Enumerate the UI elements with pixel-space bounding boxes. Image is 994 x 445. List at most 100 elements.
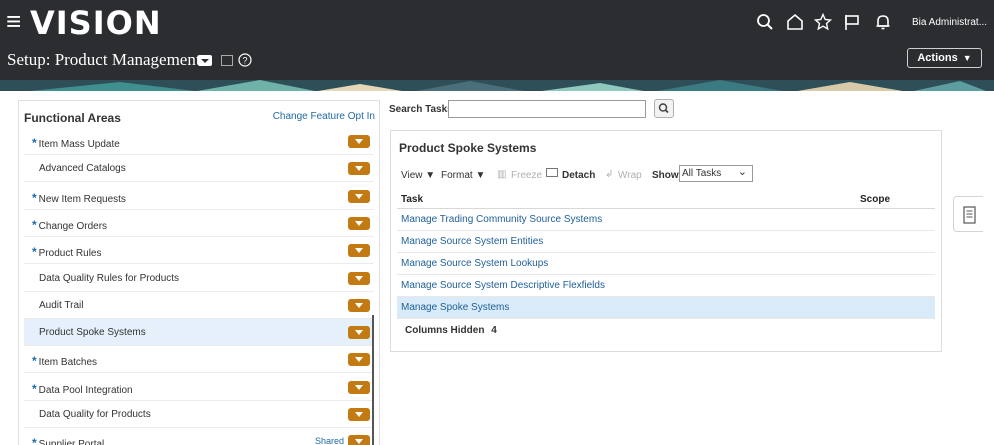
search-tasks-label: Search Tasks bbox=[389, 104, 453, 115]
functional-area-text: Product Rules bbox=[38, 248, 102, 260]
functional-area-item[interactable]: * Supplier Portal Shared bbox=[24, 428, 374, 445]
chevron-down-icon[interactable] bbox=[348, 326, 370, 340]
functional-areas-title: Functional Areas bbox=[24, 111, 121, 125]
page-menu-icon[interactable] bbox=[198, 54, 212, 66]
functional-area-item[interactable]: Audit Trail bbox=[24, 292, 374, 319]
panel-title: Product Spoke Systems bbox=[399, 141, 537, 155]
wrap-icon: ↲ bbox=[605, 169, 614, 180]
functional-area-text: Item Batches bbox=[38, 357, 98, 369]
column-header-task[interactable]: Task bbox=[401, 194, 423, 205]
bell-icon[interactable] bbox=[874, 13, 892, 31]
scrollbar[interactable] bbox=[372, 315, 374, 445]
show-select-value: All Tasks bbox=[682, 168, 722, 179]
chevron-down-icon[interactable] bbox=[348, 162, 370, 176]
table-row[interactable]: Manage Source System Entities bbox=[397, 231, 935, 253]
chevron-down-icon[interactable] bbox=[348, 353, 370, 367]
required-asterisk: * bbox=[32, 136, 37, 150]
functional-area-label: Advanced Catalogs bbox=[39, 163, 126, 174]
user-menu[interactable]: Bia Administrat... bbox=[912, 17, 992, 28]
chevron-down-icon[interactable] bbox=[348, 189, 370, 203]
functional-area-label: * New Item Requests bbox=[32, 191, 126, 205]
functional-area-text: Product Spoke Systems bbox=[39, 327, 146, 339]
functional-area-text: New Item Requests bbox=[38, 193, 126, 205]
search-tasks-input[interactable] bbox=[448, 100, 646, 118]
actions-label: Actions bbox=[917, 52, 958, 64]
chevron-down-icon[interactable] bbox=[348, 244, 370, 258]
global-header: ≡ VISION Setup: Product Management ? Bia… bbox=[0, 0, 994, 91]
task-link[interactable]: Manage Spoke Systems bbox=[401, 302, 509, 313]
functional-area-item[interactable]: * Change Orders bbox=[24, 210, 374, 237]
home-icon[interactable] bbox=[786, 13, 804, 31]
svg-text:?: ? bbox=[242, 56, 247, 66]
help-icon[interactable]: ? bbox=[238, 53, 252, 67]
functional-area-text: Advanced Catalogs bbox=[39, 163, 126, 175]
wrap-button[interactable]: Wrap bbox=[618, 170, 642, 181]
chevron-down-icon[interactable] bbox=[348, 435, 370, 445]
table-row[interactable]: Manage Source System Lookups bbox=[397, 253, 935, 275]
functional-area-text: Supplier Portal bbox=[38, 439, 105, 445]
functional-areas-panel: Functional Areas Change Feature Opt In *… bbox=[18, 100, 380, 445]
chevron-down-icon[interactable] bbox=[348, 298, 370, 312]
actions-button[interactable]: Actions ▼ bbox=[907, 48, 982, 68]
functional-area-text: Audit Trail bbox=[39, 299, 84, 311]
required-asterisk: * bbox=[32, 381, 37, 396]
required-asterisk: * bbox=[32, 245, 37, 260]
view-menu[interactable]: View ▼ bbox=[401, 170, 435, 181]
functional-area-text: Data Quality Rules for Products bbox=[39, 272, 180, 284]
required-asterisk: * bbox=[32, 217, 37, 232]
functional-area-label: Data Quality Rules for Products bbox=[39, 273, 179, 284]
table-row[interactable]: Manage Trading Community Source Systems bbox=[397, 209, 935, 231]
freeze-button[interactable]: Freeze bbox=[511, 170, 542, 181]
show-select[interactable]: All Tasks bbox=[679, 165, 753, 182]
detach-icon bbox=[546, 168, 558, 177]
chevron-down-icon[interactable] bbox=[348, 380, 370, 394]
task-link[interactable]: Manage Source System Lookups bbox=[401, 258, 548, 269]
functional-area-item[interactable]: Data Quality Rules for Products bbox=[24, 265, 374, 292]
detach-button[interactable]: Detach bbox=[562, 170, 595, 181]
chevron-down-icon[interactable] bbox=[348, 216, 370, 230]
tasks-panel-toggle[interactable] bbox=[953, 196, 983, 232]
functional-area-label: Audit Trail bbox=[39, 300, 83, 311]
task-link[interactable]: Manage Source System Descriptive Flexfie… bbox=[401, 280, 605, 291]
required-asterisk: * bbox=[32, 436, 37, 445]
header-banner-art bbox=[0, 80, 994, 91]
functional-area-text: Data Quality for Products bbox=[39, 409, 151, 420]
format-menu[interactable]: Format ▼ bbox=[441, 170, 485, 181]
change-feature-opt-in-link[interactable]: Change Feature Opt In bbox=[273, 111, 375, 122]
chevron-down-icon: ▼ bbox=[962, 53, 972, 63]
functional-area-label: * Data Pool Integration bbox=[32, 382, 133, 396]
chevron-down-icon[interactable] bbox=[348, 271, 370, 285]
vision-logo[interactable]: VISION bbox=[30, 4, 162, 42]
table-row[interactable]: Manage Source System Descriptive Flexfie… bbox=[397, 275, 935, 297]
table-row[interactable]: Manage Spoke Systems bbox=[397, 297, 935, 319]
hamburger-icon[interactable]: ≡ bbox=[6, 8, 21, 34]
functional-area-item[interactable]: Product Spoke Systems bbox=[24, 319, 374, 347]
search-button[interactable] bbox=[654, 99, 674, 118]
functional-area-item[interactable]: Advanced Catalogs bbox=[24, 155, 374, 183]
chevron-down-icon[interactable] bbox=[348, 135, 370, 148]
chevron-down-icon[interactable] bbox=[348, 408, 370, 421]
shared-indicator: Shared bbox=[315, 436, 345, 445]
columns-hidden: Columns Hidden 4 bbox=[405, 325, 497, 336]
functional-area-label: * Supplier Portal bbox=[32, 436, 104, 445]
page-title: Setup: Product Management bbox=[7, 50, 201, 69]
required-asterisk: * bbox=[32, 354, 37, 369]
functional-area-item[interactable]: * Item Mass Update bbox=[24, 128, 374, 155]
show-label: Show bbox=[652, 170, 679, 181]
star-icon[interactable] bbox=[814, 13, 832, 31]
functional-area-label: Product Spoke Systems bbox=[39, 327, 146, 338]
search-icon[interactable] bbox=[756, 13, 774, 31]
functional-area-item[interactable]: * Data Pool Integration bbox=[24, 374, 374, 401]
notes-icon[interactable] bbox=[221, 54, 233, 66]
flag-icon[interactable] bbox=[843, 13, 861, 31]
functional-area-label: Data Quality for Products bbox=[39, 409, 151, 420]
functional-area-label: * Item Batches bbox=[32, 354, 97, 368]
functional-area-item[interactable]: * New Item Requests bbox=[24, 183, 374, 210]
task-link[interactable]: Manage Source System Entities bbox=[401, 236, 543, 247]
functional-area-item[interactable]: Data Quality for Products bbox=[24, 401, 374, 428]
functional-area-item[interactable]: * Product Rules bbox=[24, 237, 374, 265]
functional-area-item[interactable]: * Item Batches bbox=[24, 346, 374, 374]
columns-hidden-count: 4 bbox=[491, 325, 497, 336]
column-header-scope[interactable]: Scope bbox=[860, 194, 890, 205]
task-link[interactable]: Manage Trading Community Source Systems bbox=[401, 214, 602, 225]
